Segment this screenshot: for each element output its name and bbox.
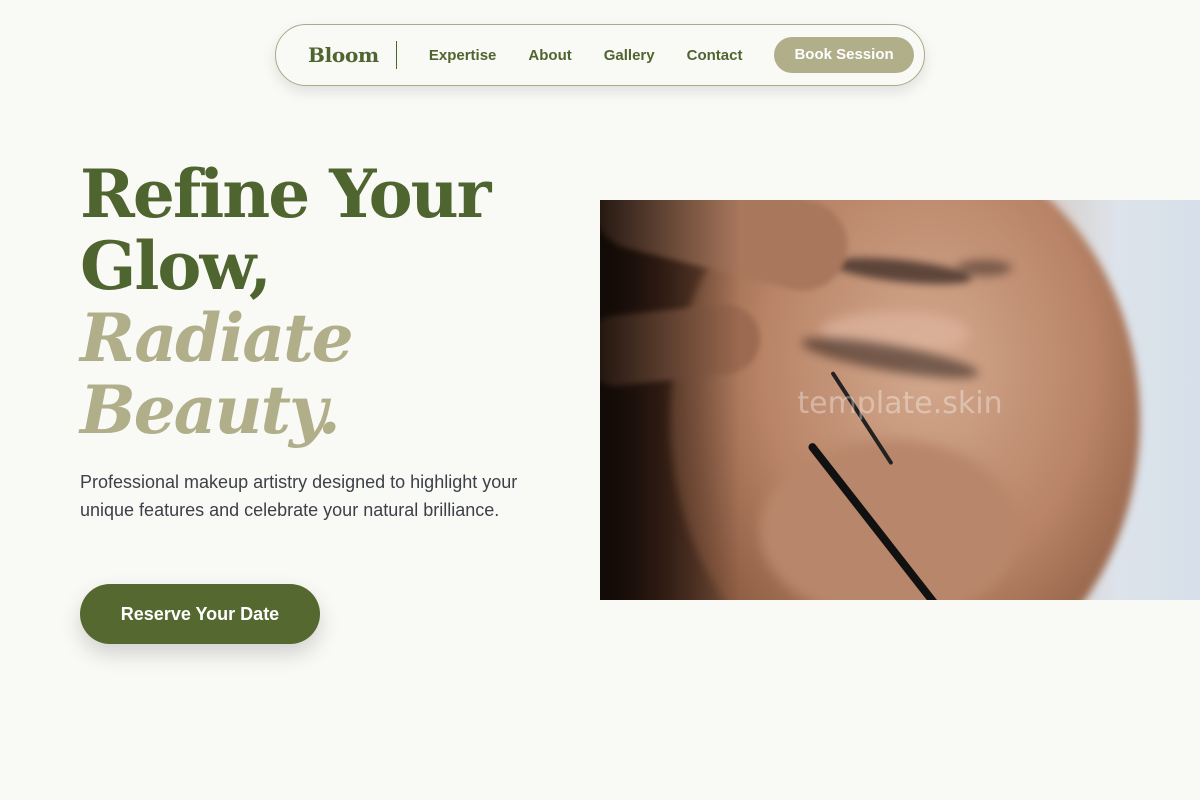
nav-link-gallery[interactable]: Gallery bbox=[604, 47, 655, 64]
headline-line-3: Radiate bbox=[80, 299, 354, 377]
nav-link-contact[interactable]: Contact bbox=[687, 47, 743, 64]
book-session-button[interactable]: Book Session bbox=[774, 37, 914, 73]
top-navigation: Bloom Expertise About Gallery Contact Bo… bbox=[275, 24, 925, 86]
headline-line-1: Refine Your bbox=[80, 155, 491, 233]
hero-headline: Refine Your Glow, Radiate Beauty. bbox=[80, 155, 491, 449]
image-watermark: template.skin bbox=[797, 386, 1003, 421]
nav-link-expertise[interactable]: Expertise bbox=[429, 47, 497, 64]
hero-subtitle: Professional makeup artistry designed to… bbox=[80, 472, 518, 520]
headline-line-2: Glow, bbox=[80, 227, 272, 305]
headline-line-4: Beauty. bbox=[80, 371, 341, 449]
brand-logo[interactable]: Bloom bbox=[308, 41, 397, 69]
nav-link-about[interactable]: About bbox=[528, 47, 571, 64]
image-eyebrow-far-shape bbox=[956, 260, 1012, 276]
hero-image: template.skin bbox=[600, 200, 1200, 600]
nav-links: Expertise About Gallery Contact Book Ses… bbox=[429, 37, 914, 73]
reserve-date-button[interactable]: Reserve Your Date bbox=[80, 584, 320, 644]
